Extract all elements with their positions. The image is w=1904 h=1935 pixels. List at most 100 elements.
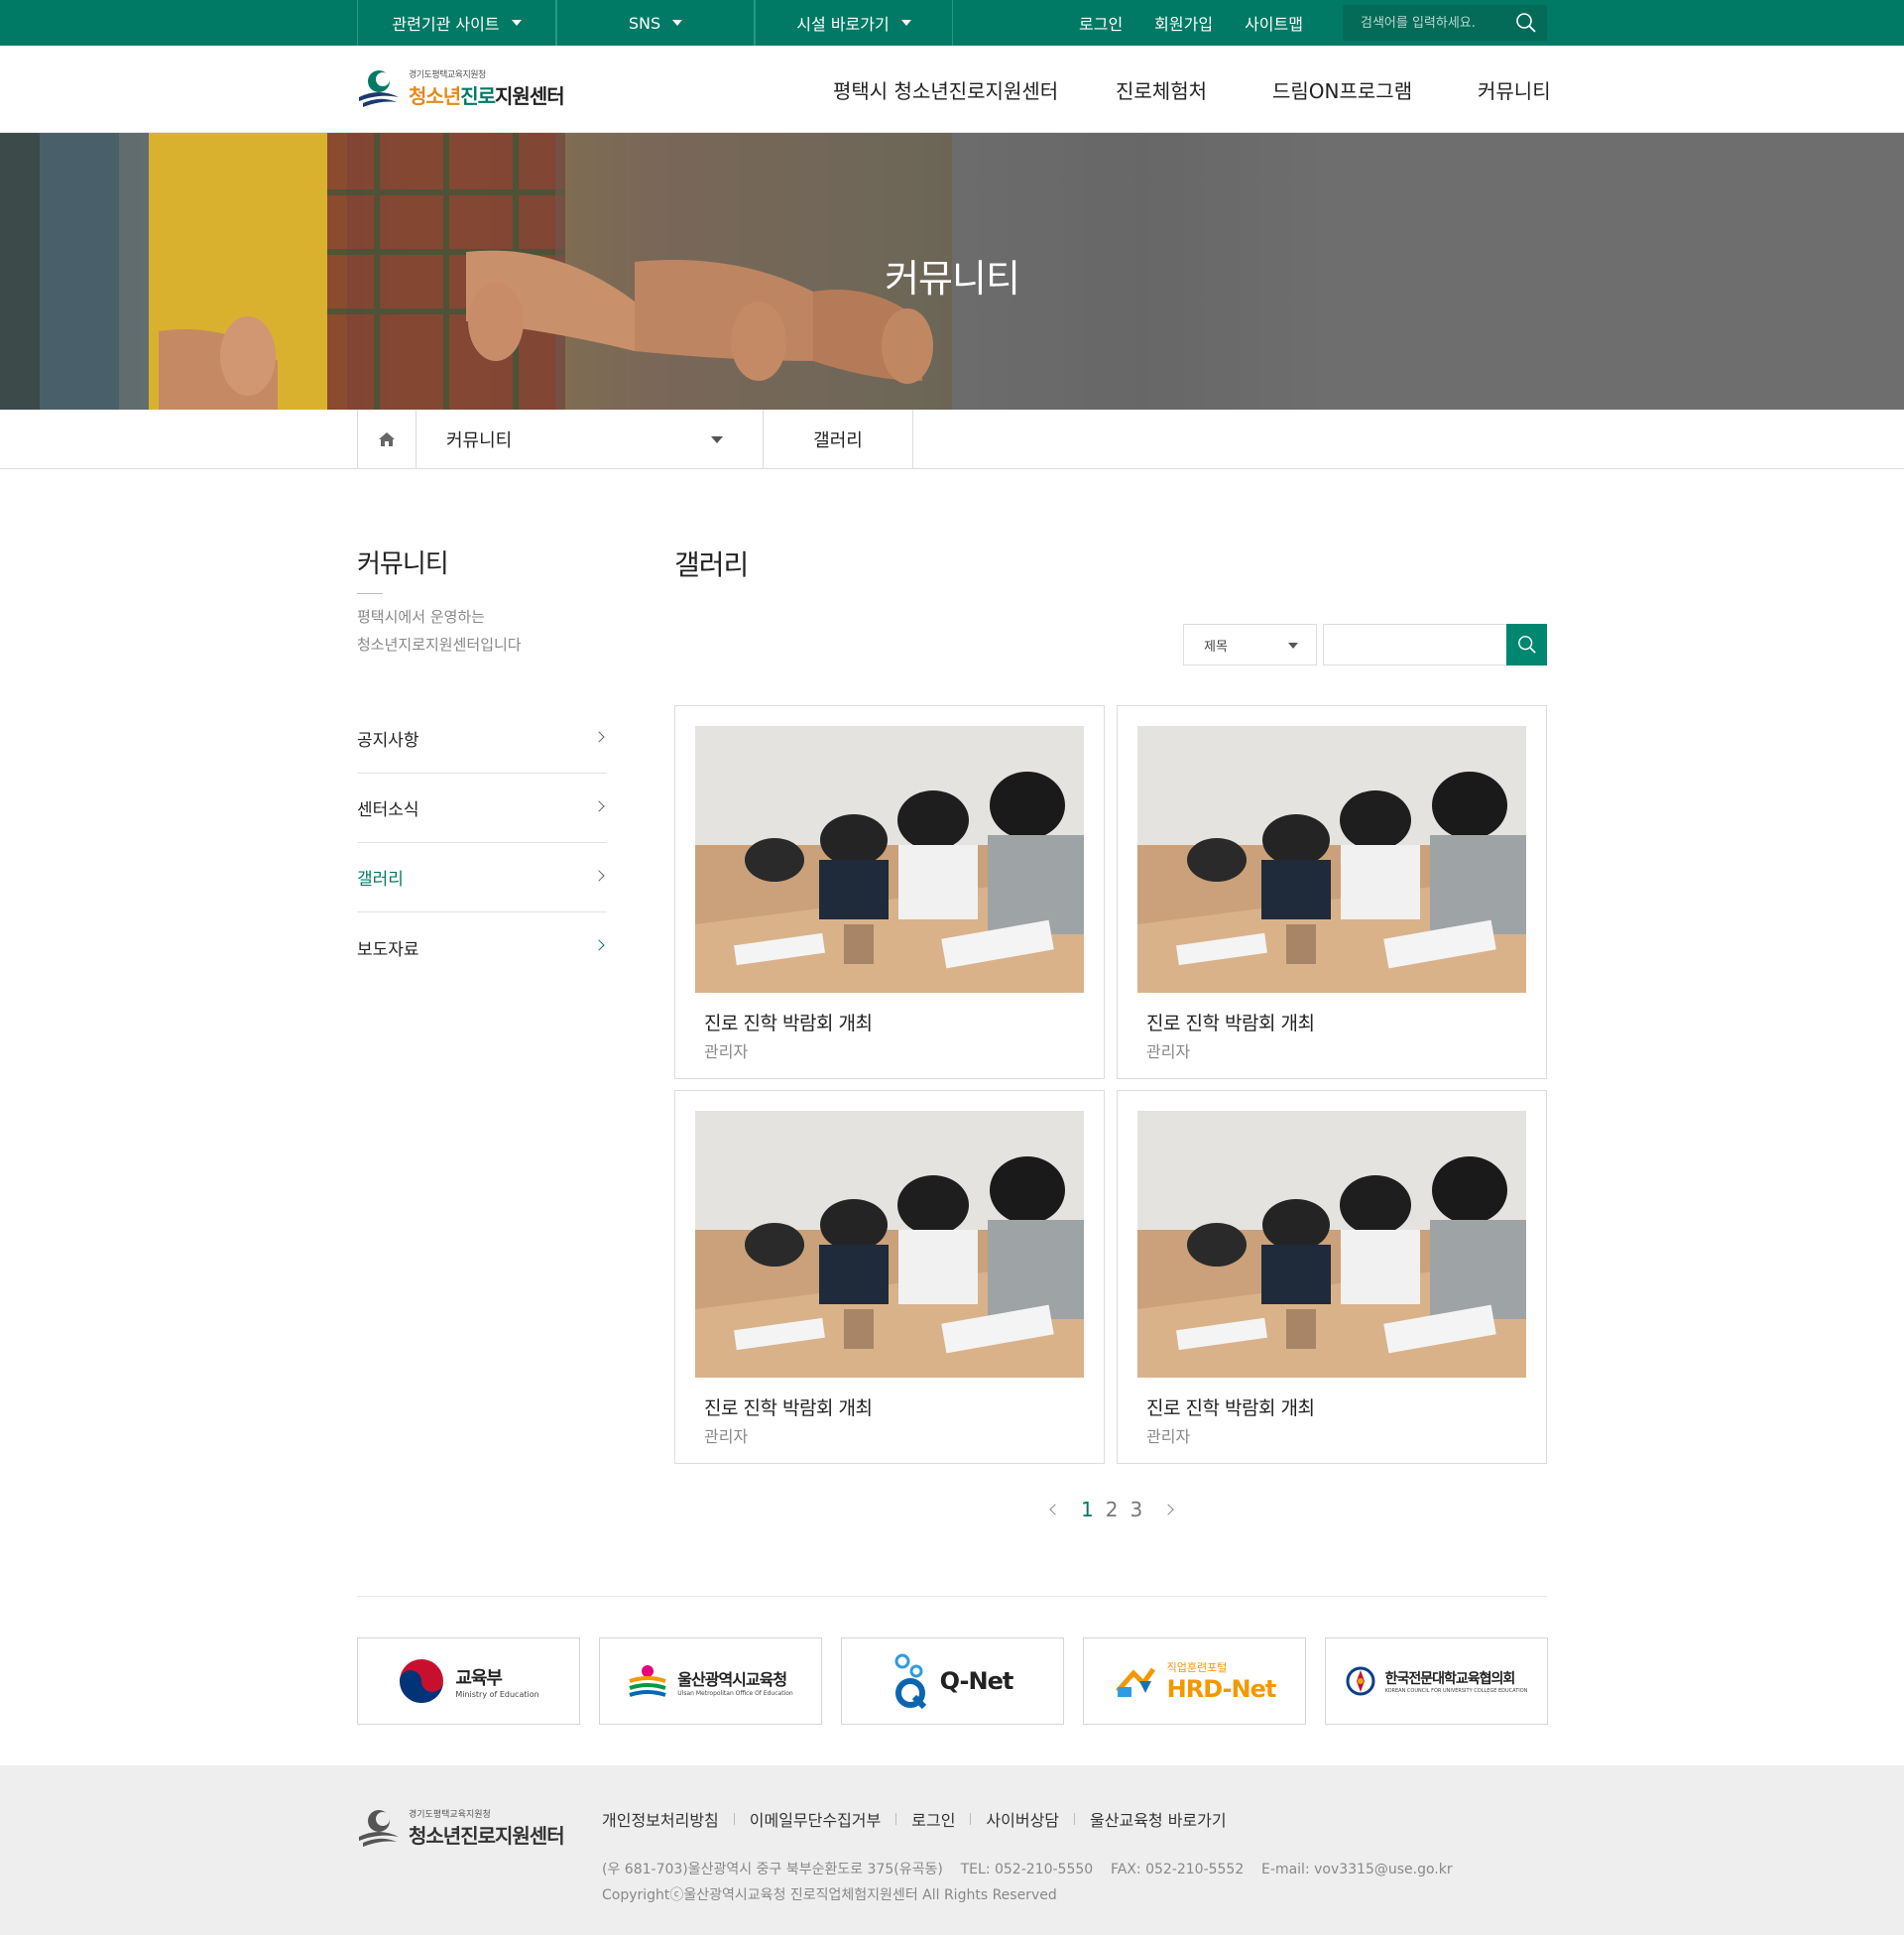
utility-links: 로그인 회원가입 사이트맵 [1079,0,1303,46]
board-search-button[interactable] [1506,624,1547,665]
footer-logo-title: 청소년진로지원센터 [409,1824,565,1848]
footer-link-privacy[interactable]: 개인정보처리방침 [602,1807,719,1831]
banner-title: Q-Net [939,1667,1014,1695]
related-sites-dropdown[interactable]: 관련기관 사이트 [357,0,556,46]
page-number[interactable]: 3 [1130,1498,1142,1521]
gallery-card[interactable]: 진로 진학 박람회 개최 관리자 [1117,705,1547,1079]
sidebar-item-press[interactable]: 보도자료 [357,912,607,982]
hrd-net-logo-icon [1115,1667,1155,1697]
sidebar-item-center-news[interactable]: 센터소식 [357,774,607,843]
footer-link-separator [970,1813,972,1825]
breadcrumb-section-label: 커뮤니티 [446,430,513,451]
global-search [1343,5,1547,41]
footer-link-ulsan-education[interactable]: 울산교육청 바로가기 [1090,1807,1227,1831]
breadcrumb-section-select[interactable]: 커뮤니티 [416,410,764,469]
chevron-right-icon[interactable] [1162,1504,1174,1515]
nav-dream-on-program[interactable]: 드림ON프로그램 [1272,75,1412,104]
facilities-dropdown[interactable]: 시설 바로가기 [755,0,953,46]
page-title: 갤러리 [674,548,749,581]
search-field-label: 제목 [1204,639,1228,655]
banner-title: HRD-Net [1166,1675,1277,1703]
sidebar-item-label: 보도자료 [357,939,419,960]
gallery-card[interactable]: 진로 진학 박람회 개최 관리자 [674,1090,1105,1464]
banner-hrd-net[interactable]: 직업훈련포털 HRD-Net [1083,1637,1306,1725]
signup-link[interactable]: 회원가입 [1154,11,1213,35]
logo-emblem-icon [359,1810,399,1847]
site-header: 경기도평택교육지원청 청소년진로지원센터 평택시 청소년진로지원센터 진로체험처… [0,46,1904,133]
banner-subtitle: Ulsan Metropolitan Office Of Education [677,1689,793,1697]
top-utility-bar: 관련기관 사이트 SNS 시설 바로가기 로그인 회원가입 사이트맵 [0,0,1904,46]
nav-career-experience[interactable]: 진로체험처 [1116,75,1207,104]
search-field-select[interactable]: 제목 [1183,624,1317,665]
gallery-thumbnail[interactable] [695,726,1084,993]
students-writing-image [695,726,1084,993]
gallery-card-title[interactable]: 진로 진학 박람회 개최 [1146,1009,1315,1035]
footer-link-cyber-counsel[interactable]: 사이버상담 [986,1807,1059,1831]
footer-logo[interactable]: 경기도평택교육지원청 청소년진로지원센터 [357,1807,565,1849]
breadcrumb-current[interactable]: 갤러리 [764,410,913,469]
home-button[interactable] [357,410,416,469]
board-search: 제목 [1183,624,1547,665]
hero-banner: 커뮤니티 [0,133,1904,410]
page-number[interactable]: 1 [1081,1498,1094,1521]
banner-subtitle: Ministry of Education [455,1689,539,1699]
gallery-card-title[interactable]: 진로 진학 박람회 개최 [704,1393,873,1420]
students-writing-image [1137,726,1526,993]
logo-emblem-icon [359,70,399,107]
sidebar-item-label: 센터소식 [357,800,419,820]
students-writing-image [695,1111,1084,1378]
gallery-card-author: 관리자 [704,1427,749,1446]
sidebar-item-gallery[interactable]: 갤러리 [357,843,607,912]
sidebar-title: 커뮤니티 [357,549,449,579]
sns-label: SNS [628,13,661,33]
gallery-card-author: 관리자 [704,1042,749,1061]
site-logo[interactable]: 경기도평택교육지원청 청소년진로지원센터 [357,67,565,109]
gallery-card-title[interactable]: 진로 진학 박람회 개최 [1146,1393,1315,1420]
banner-qnet[interactable]: Q-Net [841,1637,1064,1725]
banner-ulsan-education[interactable]: 울산광역시교육청 Ulsan Metropolitan Office Of Ed… [599,1637,822,1725]
footer-link-email-policy[interactable]: 이메일무단수집거부 [750,1807,881,1831]
banner-title: 울산광역시교육청 [677,1669,787,1689]
gallery-card[interactable]: 진로 진학 박람회 개최 관리자 [1117,1090,1547,1464]
breadcrumb: 커뮤니티 갤러리 [0,410,1904,469]
global-search-input[interactable] [1361,15,1509,31]
nav-center[interactable]: 평택시 청소년진로지원센터 [833,75,1058,104]
banner-ministry-of-education[interactable]: 교육부 Ministry of Education [357,1637,580,1725]
site-footer: 경기도평택교육지원청 청소년진로지원센터 개인정보처리방침 이메일무단수집거부 … [0,1765,1904,1935]
gallery-card-title[interactable]: 진로 진학 박람회 개최 [704,1009,873,1035]
gallery-card-author: 관리자 [1146,1427,1191,1446]
chevron-right-icon [593,731,605,743]
sitemap-link[interactable]: 사이트맵 [1245,11,1303,35]
banner-kcce[interactable]: 한국전문대학교육협의회 KOREAN COUNCIL FOR UNIVERSIT… [1325,1637,1548,1725]
facilities-label: 시설 바로가기 [796,15,890,34]
search-icon[interactable] [1515,12,1537,38]
gallery-thumbnail[interactable] [695,1111,1084,1378]
sidebar-item-notice[interactable]: 공지사항 [357,704,607,774]
sns-dropdown[interactable]: SNS [556,0,755,46]
footer-link-separator [895,1813,897,1825]
sidebar-desc-line: 청소년지로지원센터입니다 [357,636,522,654]
sidebar-item-label: 공지사항 [357,731,419,751]
board-search-input[interactable] [1323,624,1507,665]
related-sites-label: 관련기관 사이트 [392,15,500,34]
home-icon [379,432,395,446]
partner-banners: 교육부 Ministry of Education 울산광역시교육청 Ulsan… [357,1637,1548,1725]
nav-community[interactable]: 커뮤니티 [1478,75,1551,104]
sidebar-desc-line: 평택시에서 운영하는 [357,608,485,626]
caret-down-icon [672,20,683,26]
banner-title: 한국전문대학교육협의회 [1384,1671,1516,1687]
gallery-card-author: 관리자 [1146,1042,1191,1061]
login-link[interactable]: 로그인 [1079,11,1123,35]
gallery-thumbnail[interactable] [1137,726,1526,993]
sidebar-menu: 공지사항 센터소식 갤러리 보도자료 [357,704,607,982]
footer-links: 개인정보처리방침 이메일무단수집거부 로그인 사이버상담 울산교육청 바로가기 [602,1807,1227,1831]
gallery-thumbnail[interactable] [1137,1111,1526,1378]
chevron-right-icon [593,870,605,882]
sidebar-item-label: 갤러리 [357,870,404,890]
search-icon [1517,636,1536,654]
section-divider [357,1596,1547,1597]
gallery-card[interactable]: 진로 진학 박람회 개최 관리자 [674,705,1105,1079]
page-number[interactable]: 2 [1106,1498,1119,1521]
footer-link-login[interactable]: 로그인 [911,1807,955,1831]
chevron-left-icon[interactable] [1049,1504,1061,1515]
